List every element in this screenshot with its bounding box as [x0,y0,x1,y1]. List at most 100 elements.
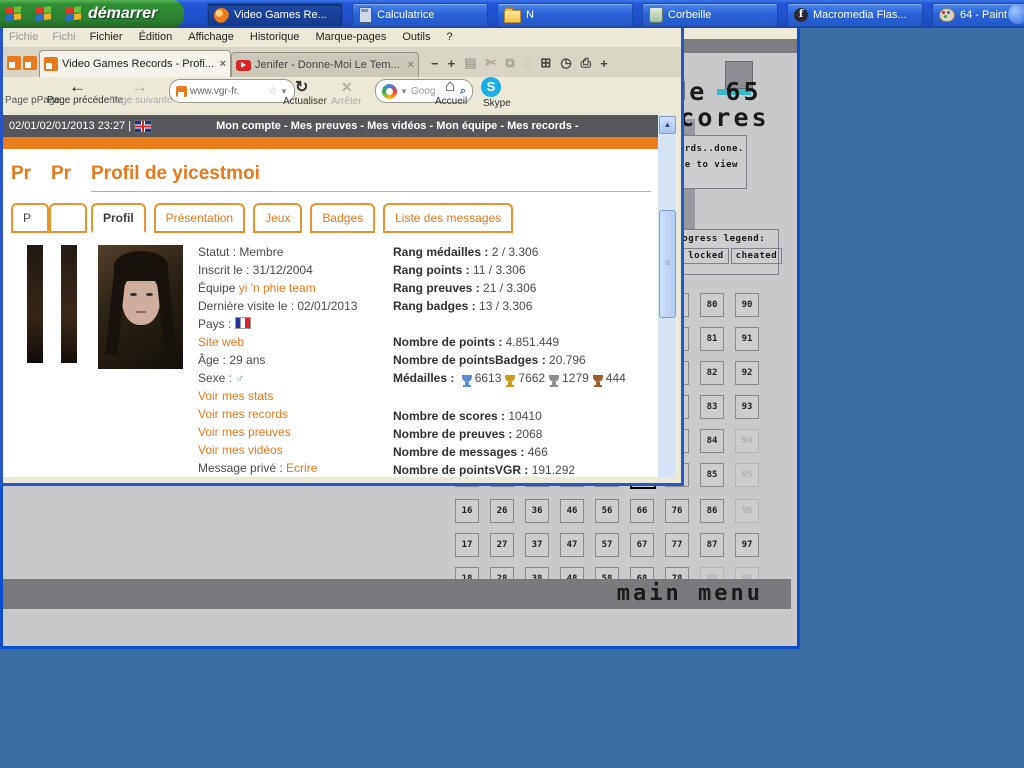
stop-button[interactable]: ✕ [341,79,353,96]
episode-button-82[interactable]: 82 [700,361,724,385]
profile-stats-counts: Nombre de scores : 10410Nombre de preuve… [393,407,655,477]
tab-close-icon[interactable]: × [220,58,226,70]
profile-link[interactable]: Site web [198,335,244,349]
menu-item[interactable]: Historique [250,31,300,43]
menu-item[interactable]: Outils [402,31,430,43]
topbar-account-nav[interactable]: Mon compte - Mes preuves - Mes vidéos - … [216,120,578,132]
zoom-in-icon[interactable]: + [448,56,456,71]
copy-icon[interactable]: ⧉ [505,55,514,71]
page-scrollbar[interactable]: ▲ ≡ [658,115,675,477]
episode-button-81[interactable]: 81 [700,327,724,351]
stat-label: Nombre de preuves : [393,427,516,441]
new-window-icon[interactable]: ⊞ [540,55,551,71]
episode-button-27[interactable]: 27 [490,533,514,557]
history-icon[interactable]: ◷ [560,55,571,71]
episode-button-94[interactable]: 94 [735,429,759,453]
episode-button-16[interactable]: 16 [455,499,479,523]
refresh-button[interactable]: ↻ [295,77,308,97]
print-icon[interactable]: ⎙ [581,55,591,71]
profile-link[interactable]: Voir mes stats [198,389,273,403]
profile-tab-liste-des-messages[interactable]: Liste des messages [383,203,513,233]
profile-link[interactable]: Voir mes vidéos [198,443,283,457]
menu-item[interactable]: Fichier [90,31,123,43]
bookmark-star-icon[interactable]: ☆ [268,86,277,97]
episode-button-47[interactable]: 47 [560,533,584,557]
taskbar-item-corbeille[interactable]: Corbeille [642,3,778,27]
menu-item[interactable]: Affichage [188,31,234,43]
episode-button-36[interactable]: 36 [525,499,549,523]
search-dropdown-icon[interactable]: ▼ [400,87,408,96]
taskbar-item-label: N [526,9,534,21]
episode-button-66[interactable]: 66 [630,499,654,523]
menu-item[interactable]: Édition [139,31,173,43]
episode-button-87[interactable]: 87 [700,533,724,557]
url-bar[interactable]: www.vgr-fr. ☆ ▼ [169,79,295,103]
firefox-navbar: Page pPage ← Page précédente → Page suiv… [3,77,681,115]
forward-label: Page suivante [109,95,172,106]
tab-close-icon[interactable]: × [408,59,414,71]
profile-detail-line: Site web [198,333,388,351]
paste-icon[interactable]: ▤ [464,55,476,71]
minimize-zoom-icon[interactable]: − [431,56,439,71]
spinner-icon[interactable]: ◌ [524,56,532,71]
google-icon [382,84,397,99]
profile-tab-badges[interactable]: Badges [310,203,375,233]
url-text[interactable]: www.vgr-fr. [190,86,265,97]
back-button[interactable]: ← [69,77,86,97]
profile-link[interactable]: Ecrire [286,461,317,475]
scroll-thumb[interactable]: ≡ [659,210,676,318]
taskbar-item-macromedia-flas-[interactable]: fMacromedia Flas... [787,3,923,27]
taskbar-item-n[interactable]: N [497,3,633,27]
profile-link[interactable]: yi 'n phie team [239,281,316,295]
cut-icon[interactable]: ✂ [485,55,496,71]
firefox-menubar[interactable]: Fichie Fichi FichierÉditionAffichageHist… [3,27,681,47]
episode-button-57[interactable]: 57 [595,533,619,557]
episode-button-92[interactable]: 92 [735,361,759,385]
stat-value: 4.851.449 [506,335,559,349]
menu-item[interactable]: ? [447,31,453,43]
uk-flag-icon[interactable] [134,120,152,133]
profile-link[interactable]: Voir mes records [198,407,288,421]
episode-button-84[interactable]: 84 [700,429,724,453]
episode-button-76[interactable]: 76 [665,499,689,523]
taskbar-item-calculatrice[interactable]: Calculatrice [352,3,488,27]
episode-button-26[interactable]: 26 [490,499,514,523]
episode-button-95[interactable]: 95 [735,463,759,487]
episode-button-80[interactable]: 80 [700,293,724,317]
menu-item[interactable]: Marque-pages [315,31,386,43]
episode-button-37[interactable]: 37 [525,533,549,557]
episode-button-91[interactable]: 91 [735,327,759,351]
main-menu-button[interactable]: main menu [617,581,763,606]
profile-tab-jeux[interactable]: Jeux [253,203,302,233]
skype-icon[interactable]: S [481,77,501,97]
profile-link[interactable]: Voir mes preuves [198,425,291,439]
episode-button-67[interactable]: 67 [630,533,654,557]
episode-button-56[interactable]: 56 [595,499,619,523]
forward-button[interactable]: → [131,77,148,97]
episode-button-83[interactable]: 83 [700,395,724,419]
url-dropdown-icon[interactable]: ▼ [280,87,288,96]
stat-label: Rang preuves : [393,281,483,295]
legend-locked[interactable]: locked [683,248,729,264]
episode-button-97[interactable]: 97 [735,533,759,557]
episode-button-85[interactable]: 85 [700,463,724,487]
episode-button-93[interactable]: 93 [735,395,759,419]
taskbar-item-video-games-re-[interactable]: Video Games Re... [207,3,343,27]
tab-jenifer-video[interactable]: Jenifer - Donne-Moi Le Tem... × [231,52,419,77]
home-button[interactable]: ⌂ [445,76,455,96]
scroll-up-button[interactable]: ▲ [659,116,676,134]
episode-button-90[interactable]: 90 [735,293,759,317]
legend-cheated[interactable]: cheated [731,248,782,264]
profile-tab-présentation[interactable]: Présentation [154,203,245,233]
tab-vgr-profile[interactable]: Video Games Records - Profi... × [39,50,231,77]
episode-button-86[interactable]: 86 [700,499,724,523]
episode-button-96[interactable]: 96 [735,499,759,523]
add-icon[interactable]: + [600,56,608,71]
episode-button-46[interactable]: 46 [560,499,584,523]
start-button-label[interactable]: démarrer [88,5,157,23]
tray-icon-fragment[interactable] [1008,4,1024,24]
episode-button-17[interactable]: 17 [455,533,479,557]
episode-button-77[interactable]: 77 [665,533,689,557]
start-button-area[interactable]: démarrer [0,0,184,28]
profile-tab-profil[interactable]: Profil [91,203,146,233]
